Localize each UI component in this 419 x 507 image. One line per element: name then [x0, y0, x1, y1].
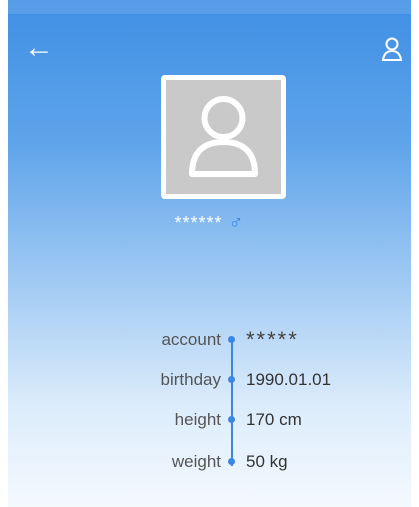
- info-row-height: height 170 cm: [8, 410, 411, 440]
- info-list: account ***** birthday 1990.01.01 height…: [8, 327, 411, 490]
- username-row: ****** ♂: [8, 212, 411, 235]
- person-icon[interactable]: [381, 36, 405, 62]
- profile-screen: ← ****** ♂ account ***** birthday 1990.01…: [8, 0, 411, 507]
- timeline-dot: [228, 336, 235, 343]
- back-arrow-icon[interactable]: ←: [24, 33, 54, 64]
- info-row-weight: weight 50 kg: [8, 452, 411, 482]
- birthday-label: birthday: [160, 370, 221, 389]
- height-label: height: [174, 410, 221, 429]
- birthday-value: 1990.01.01: [246, 370, 332, 389]
- timeline-dot: [228, 376, 235, 383]
- avatar[interactable]: [161, 75, 286, 199]
- info-row-birthday: birthday 1990.01.01: [8, 370, 411, 400]
- weight-value: 50 kg: [246, 452, 288, 471]
- username: ******: [174, 213, 223, 233]
- status-bar: [8, 0, 411, 14]
- timeline-dot: [228, 416, 235, 423]
- timeline-dot: [228, 458, 235, 465]
- account-label: account: [161, 330, 221, 349]
- info-row-account: account *****: [8, 327, 411, 360]
- height-value: 170 cm: [246, 410, 302, 429]
- account-value: *****: [246, 327, 299, 352]
- weight-label: weight: [171, 452, 221, 471]
- avatar-image: [166, 80, 281, 194]
- user-avatar-icon: [189, 96, 258, 177]
- male-gender-icon: ♂: [228, 212, 245, 234]
